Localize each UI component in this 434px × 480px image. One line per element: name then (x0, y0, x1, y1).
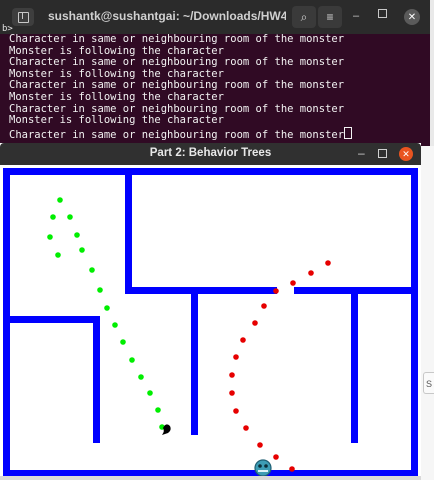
maximize-icon (378, 9, 387, 18)
character-trail-dot (47, 234, 53, 240)
search-button[interactable]: ⌕ (292, 6, 316, 28)
character-trail-dot (74, 232, 80, 238)
close-button[interactable]: ✕ (404, 9, 420, 25)
terminal-line: Monster is following the character (9, 90, 224, 103)
monster-trail-dot (233, 354, 239, 360)
monster-trail-dot (308, 270, 314, 276)
monster-trail-dot (290, 280, 296, 286)
monster-eye (258, 464, 262, 468)
terminal-titlebar[interactable]: sushantk@sushantgai: ~/Downloads/HW4_Lin… (0, 0, 430, 34)
monster-trail-dot (261, 303, 267, 309)
character-trail-dot (57, 197, 63, 203)
character-trail-dot (155, 407, 161, 413)
character-trail-dot (104, 305, 110, 311)
character-trail-dot (89, 267, 95, 273)
game-maximize-icon[interactable] (378, 149, 387, 158)
terminal-line: Character in same or neighbouring room o… (9, 33, 345, 45)
monster-trail-dot (273, 454, 279, 460)
monster-sprite (254, 459, 272, 477)
monster-trail-dot (229, 390, 235, 396)
monster-trail-dot (252, 320, 258, 326)
game-close-button[interactable]: ✕ (399, 147, 413, 161)
character-trail-dot (138, 374, 144, 380)
terminal-cursor (344, 126, 353, 139)
monster-trail-dot (233, 408, 239, 414)
maze-wall (125, 287, 277, 294)
maze-wall (191, 287, 198, 435)
maze-wall (93, 316, 100, 443)
character-trail-dot (50, 214, 56, 220)
character-trail-dot (97, 287, 103, 293)
search-icon: ⌕ (300, 9, 308, 24)
terminal-title: sushantk@sushantgai: ~/Downloads/HW4_Lin… (48, 9, 286, 23)
maximize-button[interactable] (378, 9, 387, 21)
terminal-line: Monster is following the character (9, 114, 224, 127)
monster-trail-dot (273, 288, 279, 294)
game-canvas[interactable] (0, 165, 421, 480)
character-trail-dot (147, 390, 153, 396)
game-minimize-button[interactable]: – (358, 146, 365, 160)
new-tab-button[interactable] (12, 8, 34, 26)
monster-trail-dot (257, 442, 263, 448)
hamburger-menu-icon: ≡ (326, 10, 334, 24)
monster-eye (264, 464, 268, 468)
minimize-icon: – (358, 146, 365, 160)
maze-wall (351, 287, 358, 443)
minimize-icon: – (353, 10, 360, 22)
new-tab-icon (17, 11, 29, 23)
game-window[interactable]: Part 2: Behavior Trees – ✕ (0, 143, 421, 480)
character-trail-dot (120, 339, 126, 345)
close-icon: ✕ (402, 148, 410, 159)
menu-button[interactable]: ≡ (318, 6, 342, 28)
monster-trail-dot (229, 372, 235, 378)
bottom-edge (0, 476, 421, 480)
monster-trail-dot (243, 425, 249, 431)
monster-trail-dot (325, 260, 331, 266)
desktop-background (421, 146, 434, 480)
monster-trail-dot (240, 337, 246, 343)
close-icon: ✕ (407, 11, 417, 23)
character-trail-dot (112, 322, 118, 328)
maze-wall (125, 168, 132, 294)
terminal-output[interactable]: Character in same or neighbouring room o… (9, 33, 424, 142)
terminal-window[interactable]: sushantk@sushantgai: ~/Downloads/HW4_Lin… (0, 0, 434, 146)
monster-body (254, 459, 272, 477)
character-trail-dot (67, 214, 73, 220)
game-titlebar[interactable]: Part 2: Behavior Trees – ✕ (0, 143, 421, 165)
monster-trail-dot (289, 466, 295, 472)
side-panel-tab[interactable]: S (423, 372, 434, 394)
monster-mouth (258, 470, 268, 472)
minimize-button[interactable]: – (353, 10, 359, 22)
maze-wall (3, 316, 100, 323)
character-trail-dot (129, 357, 135, 363)
terminal-line: Character in same or neighbouring room o… (9, 126, 424, 142)
character-trail-dot (79, 247, 85, 253)
maze-wall (3, 168, 418, 175)
character-trail-dot (55, 252, 61, 258)
maze-wall (411, 168, 418, 477)
